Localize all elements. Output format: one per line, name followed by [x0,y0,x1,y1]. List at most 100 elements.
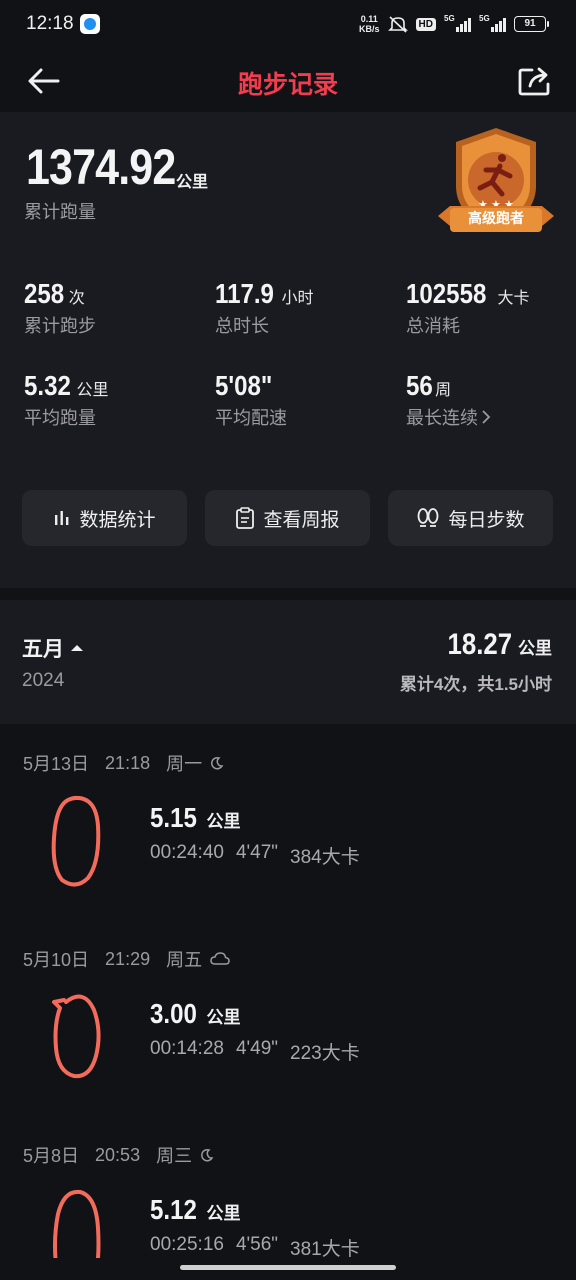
run-calories: 381大卡 [290,1239,360,1260]
run-duration: 00:24:40 [150,842,224,863]
stat-label: 总消耗 [406,316,460,336]
stat-longest-streak[interactable]: 56 周 最长连续 [406,370,492,430]
run-pace: 4'49" [235,1038,279,1059]
action-label: 数据统计 [79,509,156,531]
run-record[interactable]: 5月13日 21:18 周一 5.15 公里 00:24:40 4'47" 38… [0,750,576,946]
stat-value: 5'08" [215,370,273,401]
stat-value: 5.32 [24,370,71,401]
stat-total-runs: 258 次 累计跑步 [24,278,96,338]
run-time: 21:18 [105,752,151,773]
run-record[interactable]: 5月10日 21:29 周五 3.00 公里 00:14:28 4'49" 22… [0,946,576,1142]
month-distance: 18.27 公里 [437,628,552,662]
month-distance-unit: 公里 [518,639,552,658]
net-speed: 0.11 KB/s [359,14,380,34]
stat-label: 累计跑步 [24,316,96,336]
stat-avg-distance: 5.32 公里 平均跑量 [24,370,109,430]
battery-icon: 91 [514,16,549,32]
month-name: 五月 [22,638,64,661]
month-selector[interactable]: 五月 [22,633,84,663]
moon-icon [211,756,224,770]
month-year: 2024 [22,670,65,691]
run-distance-unit: 公里 [206,812,241,831]
month-summary[interactable]: 五月 2024 18.27 公里 累计4次，共1.5小时 [0,600,576,724]
signal-icon: 5G [479,14,506,32]
run-distance: 3.00 公里 [150,998,241,1030]
stat-value: 117.9 [215,278,274,309]
footprints-icon [418,508,439,527]
app-bar: 跑步记录 [0,48,576,112]
stat-value: 102558 [406,278,487,309]
run-duration: 00:25:16 [150,1234,224,1255]
stat-unit: 小时 [281,290,314,307]
stat-value: 56 [406,370,433,401]
run-time: 20:53 [95,1144,141,1165]
chevron-right-icon [482,410,491,424]
runner-badge-icon[interactable]: ★ ★ ★ [436,124,556,242]
bar-chart-icon [55,511,69,525]
run-calories: 384大卡 [290,847,360,868]
run-distance: 5.12 公里 [150,1194,241,1226]
action-label: 每日步数 [448,509,525,531]
run-time: 21:29 [105,948,151,969]
moon-icon [201,1148,214,1162]
status-bar: 12:18 0.11 KB/s HD 5G 5G 91 [0,0,576,48]
run-header: 5月13日 21:18 周一 [23,750,224,776]
run-duration: 00:14:28 [150,1038,224,1059]
stat-total-duration: 117.9 小时 总时长 [215,278,314,338]
back-arrow-icon[interactable] [26,64,62,98]
run-pace: 4'47" [235,842,279,863]
stat-avg-pace: 5'08" 平均配速 [215,370,287,430]
stat-label: 最长连续 [406,408,478,428]
run-distance-value: 5.12 [150,1194,197,1225]
stat-label: 平均跑量 [24,408,96,428]
run-weekday: 周三 [156,1146,193,1166]
page-title: 跑步记录 [237,71,338,99]
stat-unit: 公里 [76,382,109,399]
weekly-report-button[interactable]: 查看周报 [205,490,370,546]
action-label: 查看周报 [263,509,340,531]
daily-steps-button[interactable]: 每日步数 [388,490,553,546]
total-distance: 1374.92 [26,139,176,195]
cloud-icon [210,952,230,965]
hd-badge: HD [415,17,436,31]
stat-unit: 次 [68,290,85,307]
app-notification-icon [80,14,100,34]
run-pace: 4'56" [235,1234,279,1255]
caret-up-icon [71,645,83,651]
run-distance: 5.15 公里 [150,802,241,834]
signal-icon: 5G [444,14,471,32]
summary-card: 1374.92 公里 累计跑量 ★ ★ ★ 高级跑者 258 次 累计跑步 117… [0,112,576,588]
run-header: 5月8日 20:53 周三 [23,1142,214,1168]
status-time: 12:18 [26,13,74,34]
mute-icon [387,16,408,33]
total-distance-label: 累计跑量 [24,202,96,222]
run-distance-value: 3.00 [150,998,197,1029]
run-calories: 223大卡 [290,1043,360,1064]
stat-label: 平均配速 [215,408,287,428]
run-weekday: 周五 [166,950,203,970]
run-date: 5月8日 [23,1146,80,1166]
run-meta: 00:25:16 4'56" 381大卡 [150,1234,360,1261]
stat-value: 258 [24,278,65,309]
route-thumbnail [52,994,101,1079]
net-speed-value: 0.11 [360,14,378,24]
total-distance-unit: 公里 [176,174,209,191]
signal-label: 5G [479,14,490,23]
home-indicator[interactable] [180,1265,396,1270]
clipboard-icon [236,507,255,529]
run-distance-value: 5.15 [150,802,197,833]
data-statistics-button[interactable]: 数据统计 [22,490,187,546]
run-distance-unit: 公里 [206,1008,241,1027]
run-header: 5月10日 21:29 周五 [23,946,230,972]
stat-total-calories: 102558 大卡 总消耗 [406,278,529,338]
share-icon[interactable] [516,64,552,98]
run-distance-unit: 公里 [206,1204,241,1223]
run-meta: 00:14:28 4'49" 223大卡 [150,1038,360,1065]
run-weekday: 周一 [166,754,203,774]
run-date: 5月10日 [23,950,90,970]
signal-label: 5G [444,14,455,23]
route-thumbnail [51,795,101,887]
run-meta: 00:24:40 4'47" 384大卡 [150,842,360,869]
stat-unit: 大卡 [497,290,530,307]
month-subtitle: 累计4次，共1.5小时 [399,675,552,694]
